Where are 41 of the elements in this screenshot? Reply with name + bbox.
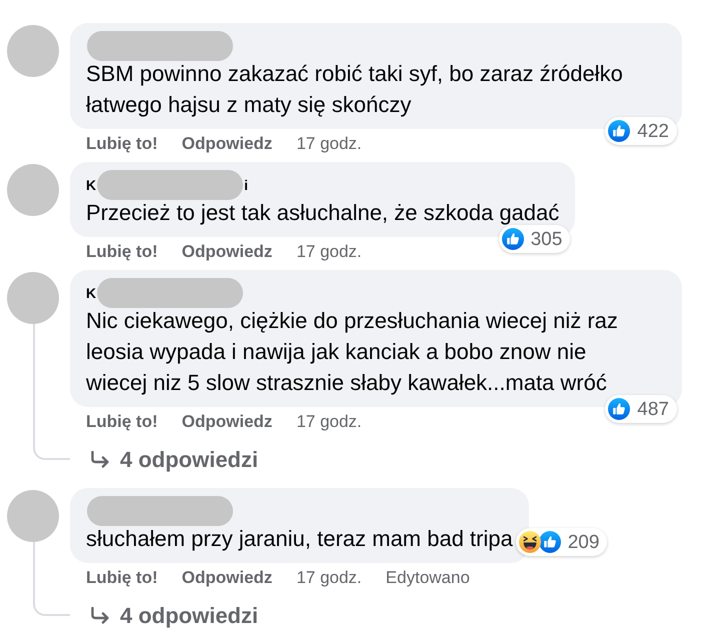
author-name-fragment[interactable]: K [86,178,96,192]
comment-text: słuchałem przy jaraniu, teraz mam bad tripa [86,525,513,553]
reply-link[interactable]: Odpowiedz [182,568,272,586]
reaction-count: 487 [637,400,669,418]
avatar-placeholder[interactable] [7,490,59,542]
reaction-count: 305 [530,230,562,248]
reaction-summary[interactable]: 422 [605,117,677,145]
comment-text: Nic ciekawego, ciężkie do przesłuchania wiecej niż raz leosia wypada i nawija jak kanciak a bobo znow nie wiecej niz 5 slow strasznie słaby kawałek...mata wróć [86,307,619,397]
thumbs-up-icon [608,120,630,142]
comment-time[interactable]: 17 godz. [296,242,362,260]
reaction-summary[interactable]: 305 [498,225,570,253]
edited-label[interactable]: Edytowano [386,568,470,586]
avatar-placeholder[interactable] [7,164,59,216]
reply-link[interactable]: Odpowiedz [182,242,272,260]
comment-text: Przecież to jest tak asłuchalne, że szkoda gadać [86,199,560,227]
thumbs-up-icon [538,531,561,553]
like-link[interactable]: Lubię to! [86,568,158,586]
like-link[interactable]: Lubię to! [86,412,158,430]
comment-text: SBM powinno zakazać robić taki syf, bo zaraz źródełko łatwego hajsu z maty się skończy [86,60,624,119]
author-name-fragment[interactable]: i [244,178,248,192]
reaction-summary[interactable]: 487 [605,395,677,423]
reaction-count: 422 [637,122,669,140]
comment-time[interactable]: 17 godz. [296,134,362,152]
avatar-placeholder[interactable] [7,25,59,77]
author-name-fragment[interactable]: K [86,286,96,300]
like-link[interactable]: Lubię to! [86,242,158,260]
comment-time[interactable]: 17 godz. [296,412,362,430]
view-replies-link[interactable]: 4 odpowiedzi [90,445,258,473]
reply-link[interactable]: Odpowiedz [182,134,272,152]
reply-arrow-icon [90,606,110,624]
reaction-summary[interactable]: 209 [516,528,608,556]
reply-arrow-icon [90,450,110,468]
thumbs-up-icon [608,398,630,420]
view-replies-link[interactable]: 4 odpowiedzi [90,601,258,629]
reaction-count: 209 [568,532,600,552]
like-link[interactable]: Lubię to! [86,134,158,152]
reply-link[interactable]: Odpowiedz [182,412,272,430]
thumbs-up-icon [502,228,524,250]
comment-time[interactable]: 17 godz. [296,568,362,586]
avatar-placeholder[interactable] [7,272,59,324]
laughing-emoji-icon [518,531,541,553]
